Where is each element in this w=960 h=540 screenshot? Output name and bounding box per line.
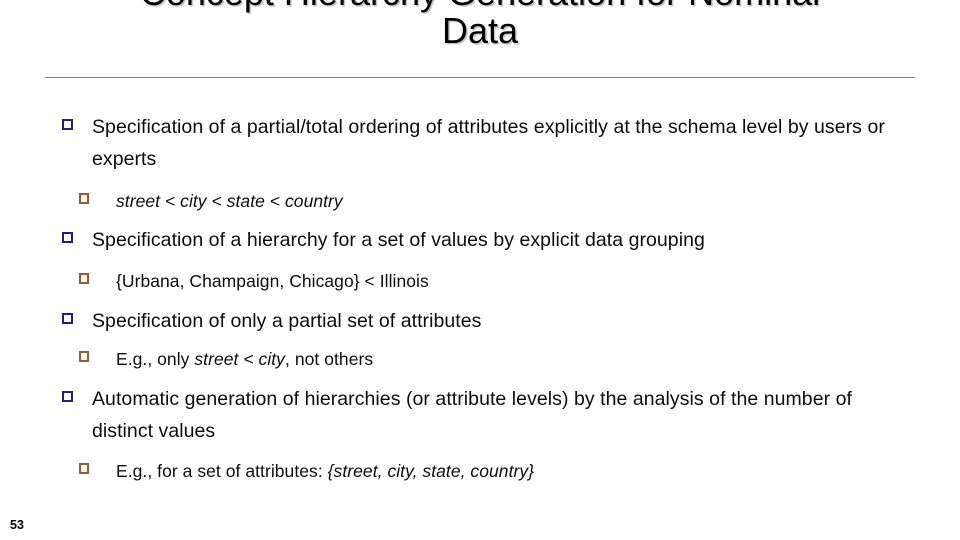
bullet-square-blue-icon	[62, 232, 74, 243]
bullet-item-level2: {Urbana, Champaign, Chicago} < Illinois	[0, 267, 960, 296]
bullet-square-blue-icon	[62, 119, 74, 130]
bullet-text-pre: E.g., only	[116, 349, 195, 369]
bullet-text-italic: {street, city, state, country}	[327, 461, 535, 481]
bullet-text: street < city < state < country	[116, 187, 343, 216]
bullet-text: Specification of a partial/total orderin…	[92, 116, 885, 170]
bullet-item-level2: street < city < state < country	[0, 187, 960, 216]
bullet-item-level1: Specification of only a partial set of a…	[0, 306, 960, 338]
bullet-text-pre: E.g., for a set of attributes:	[116, 461, 328, 481]
bullet-square-brown-icon	[79, 193, 90, 204]
bullet-square-brown-icon	[79, 463, 90, 474]
bullet-text-italic: street < city	[194, 349, 285, 369]
slide-canvas: Concept Hierarchy Generation for Nominal…	[0, 0, 960, 540]
bullet-text: Automatic generation of hierarchies (or …	[92, 388, 852, 442]
bullet-text-post: , not others	[285, 349, 374, 369]
bullet-square-blue-icon	[62, 312, 74, 324]
bullet-item-level2: E.g., only street < city, not others	[0, 345, 960, 374]
bullet-text: Specification of only a partial set of a…	[92, 309, 482, 332]
bullet-item-level1: Specification of a hierarchy for a set o…	[0, 225, 960, 257]
bullet-text: {Urbana, Champaign, Chicago} < Illinois	[116, 270, 429, 291]
page-title: Concept Hierarchy Generation for Nominal…	[0, 0, 960, 50]
bullet-text: E.g., for a set of attributes: {street, …	[116, 457, 534, 486]
title-divider-rule	[45, 77, 915, 78]
slide-number: 53	[10, 518, 24, 532]
page-title-line-2: Data	[441, 10, 519, 51]
bullet-text: Specification of a hierarchy for a set o…	[92, 229, 705, 251]
bullet-item-level1: Specification of a partial/total orderin…	[0, 112, 960, 175]
bullet-square-blue-icon	[62, 391, 74, 402]
bullet-square-brown-icon	[79, 351, 90, 362]
bullet-square-brown-icon	[79, 272, 90, 284]
bullet-list: Specification of a partial/total orderin…	[0, 112, 960, 486]
bullet-text-italic: street < city < state < country	[116, 191, 343, 211]
bullet-text: E.g., only street < city, not others	[116, 345, 373, 374]
bullet-item-level2: E.g., for a set of attributes: {street, …	[0, 457, 960, 486]
bullet-item-level1: Automatic generation of hierarchies (or …	[0, 384, 960, 447]
